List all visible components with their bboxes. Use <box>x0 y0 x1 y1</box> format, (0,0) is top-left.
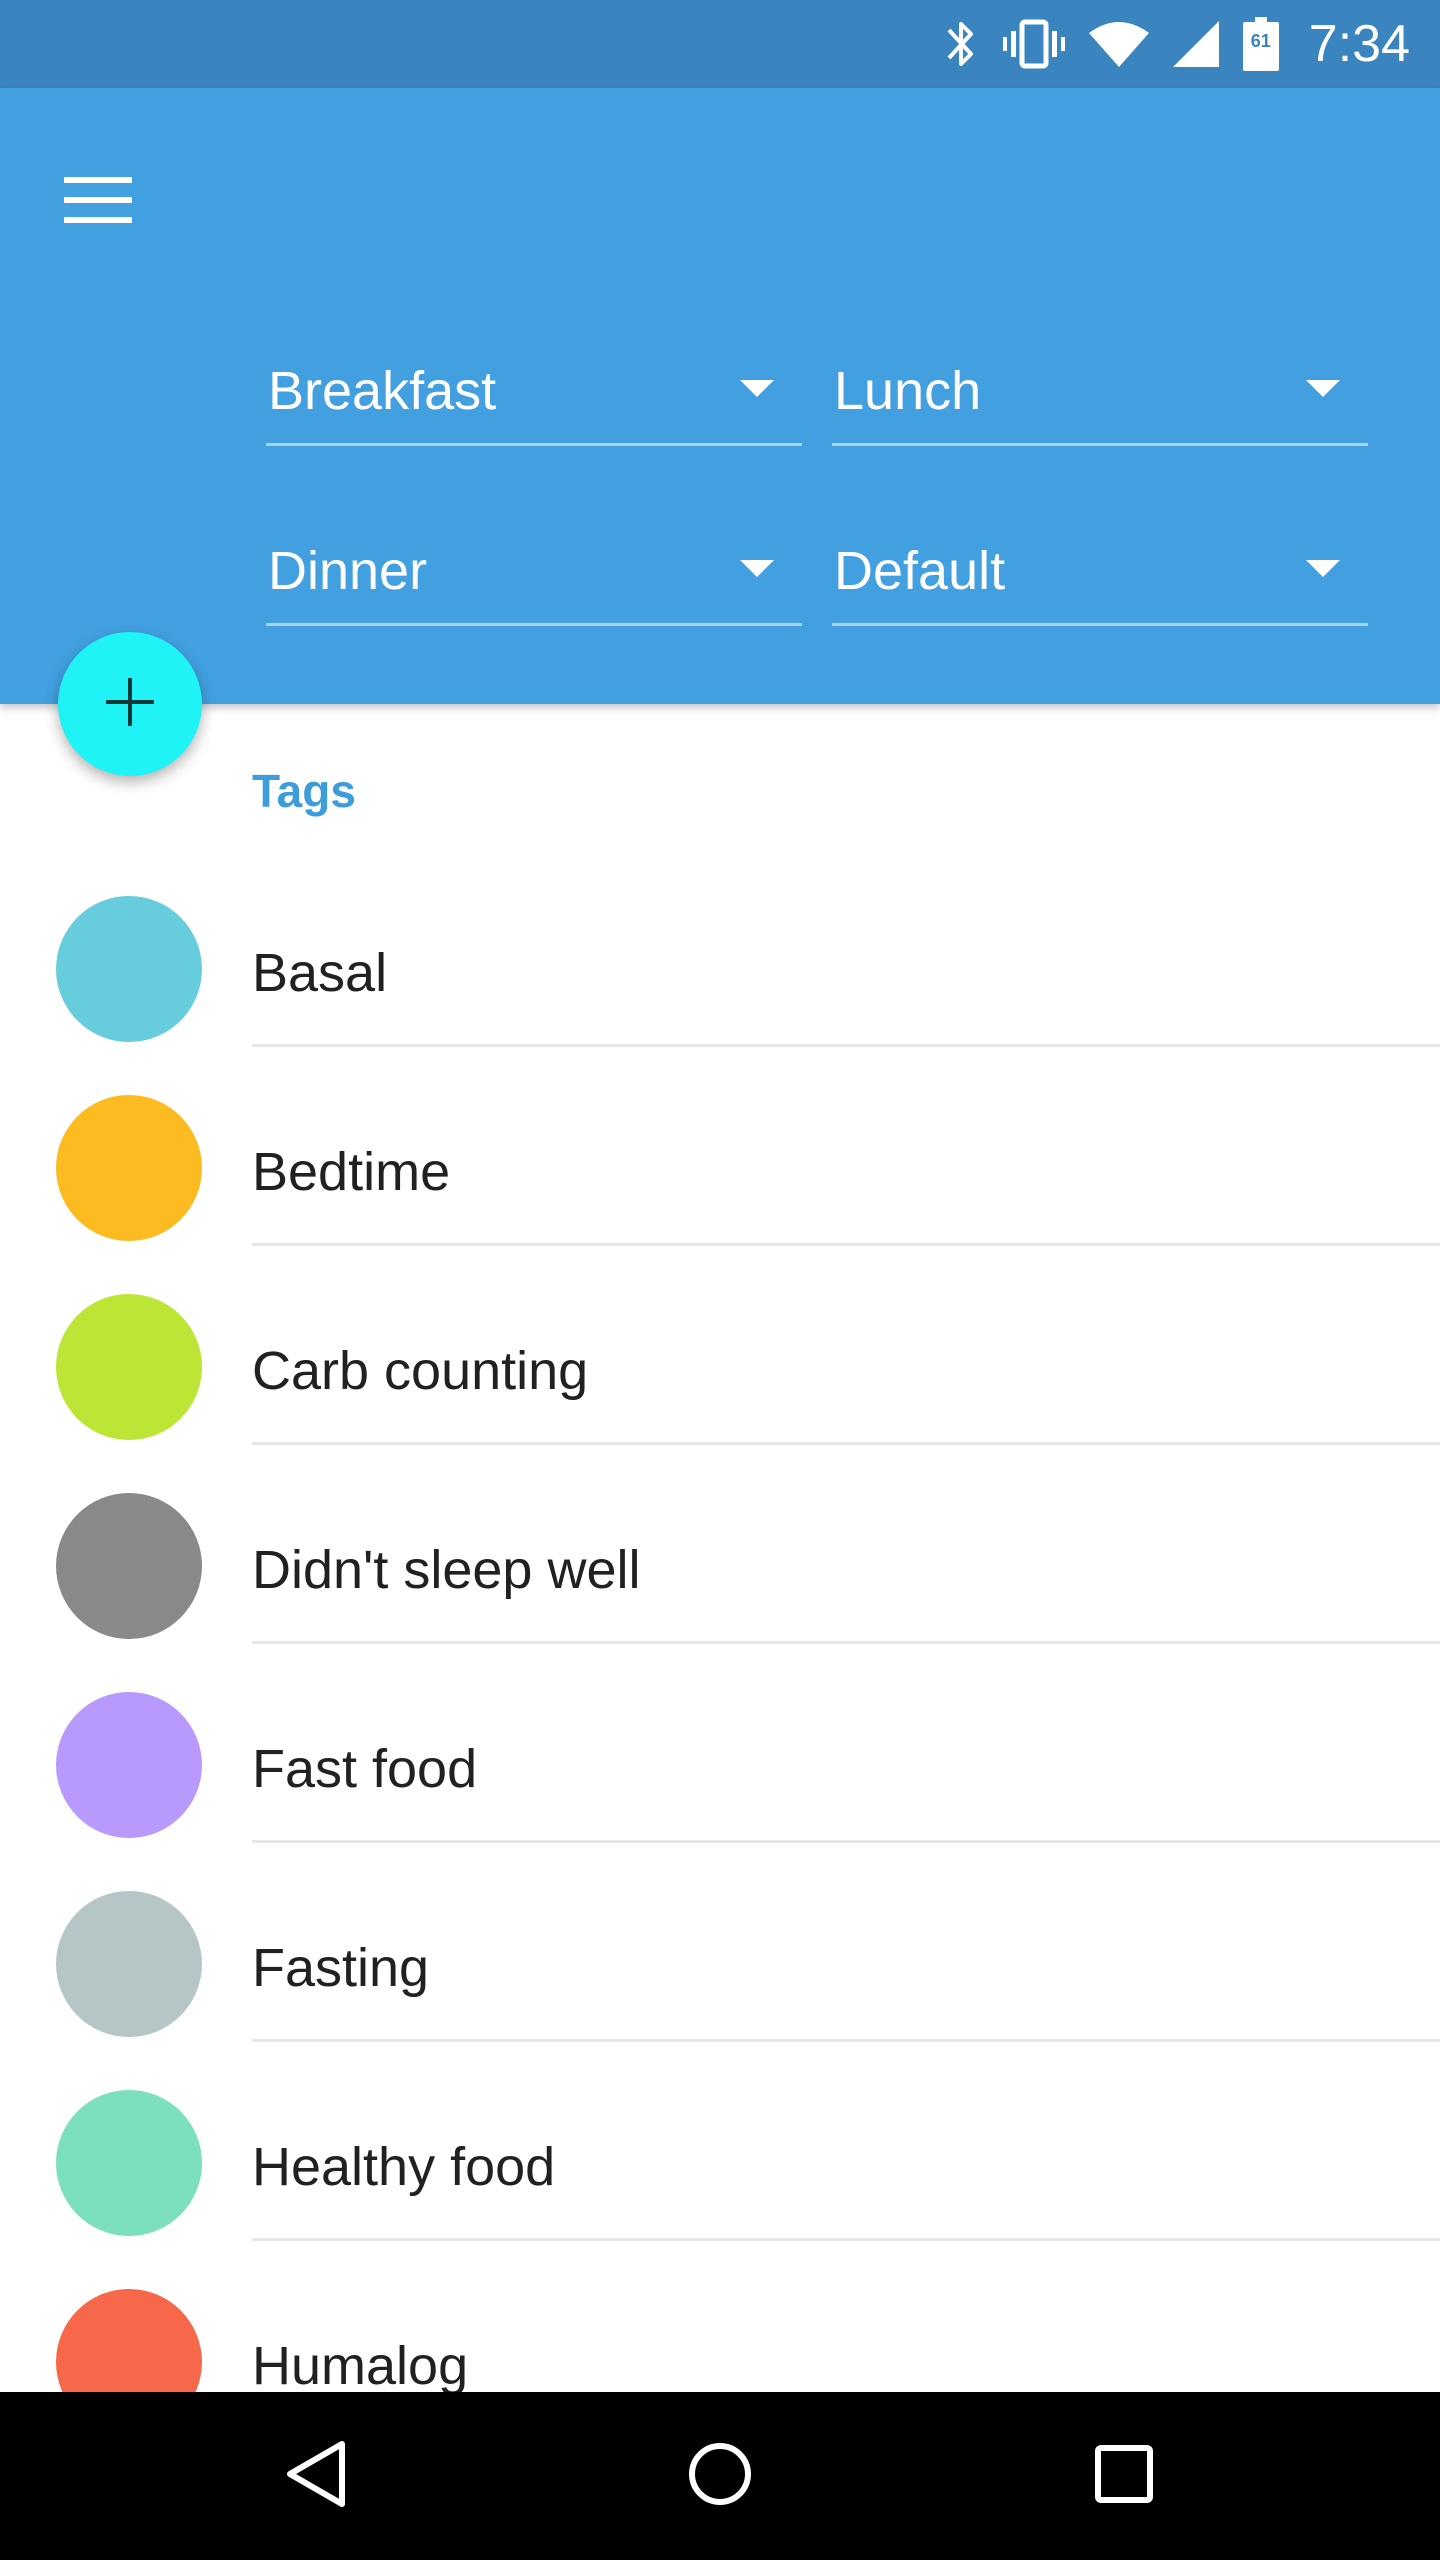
plus-icon <box>104 676 156 733</box>
tag-color-dot <box>56 896 202 1042</box>
tag-row-didnt-sleep-well[interactable]: Didn't sleep well <box>0 1443 1440 1644</box>
dropdown-arrow-icon <box>1306 560 1340 577</box>
back-button[interactable] <box>256 2416 376 2536</box>
tag-row-humalog[interactable]: Humalog <box>0 2239 1440 2392</box>
tag-color-dot <box>56 1891 202 2037</box>
back-icon <box>284 2440 348 2513</box>
menu-button[interactable] <box>42 146 154 258</box>
breakfast-dropdown[interactable]: Breakfast <box>266 334 802 446</box>
tag-label: Fasting <box>252 1938 430 1998</box>
recents-button[interactable] <box>1064 2416 1184 2536</box>
battery-level: 61 <box>1250 31 1271 51</box>
lunch-dropdown[interactable]: Lunch <box>832 334 1368 446</box>
tag-label: Bedtime <box>252 1142 451 1202</box>
tag-label: Carb counting <box>252 1341 589 1401</box>
hamburger-menu-icon <box>64 175 132 230</box>
tag-color-dot <box>56 1294 202 1440</box>
tag-label: Fast food <box>252 1739 478 1799</box>
wifi-icon <box>1088 19 1149 69</box>
cell-signal-icon <box>1171 19 1221 69</box>
tags-list: Tags Basal Bedtime Carb counting Didn't … <box>0 704 1440 2392</box>
navigation-bar <box>0 2392 1440 2560</box>
dropdown-label: Lunch <box>834 361 982 421</box>
battery-icon: 61 <box>1242 17 1279 71</box>
tags-section-header: Tags <box>252 765 356 817</box>
status-bar: 61 7:34 <box>0 0 1440 88</box>
app-header: Breakfast Lunch Dinner Default <box>0 88 1440 704</box>
home-button[interactable] <box>660 2416 780 2536</box>
tag-label: Healthy food <box>252 2137 556 2197</box>
dropdown-arrow-icon <box>740 560 774 577</box>
default-dropdown[interactable]: Default <box>832 514 1368 626</box>
tag-row-fast-food[interactable]: Fast food <box>0 1642 1440 1843</box>
home-icon <box>687 2441 753 2512</box>
tag-color-dot <box>56 1692 202 1838</box>
tag-row-basal[interactable]: Basal <box>0 846 1440 1047</box>
dropdown-label: Dinner <box>268 541 428 601</box>
status-clock: 7:34 <box>1308 15 1410 73</box>
dropdown-label: Default <box>834 541 1006 601</box>
dinner-dropdown[interactable]: Dinner <box>266 514 802 626</box>
dropdown-arrow-icon <box>740 380 774 397</box>
vibrate-icon <box>1001 16 1067 72</box>
bluetooth-icon <box>943 16 979 72</box>
tag-label: Basal <box>252 943 388 1003</box>
tag-color-dot <box>56 1493 202 1639</box>
add-tag-button[interactable] <box>58 632 202 776</box>
tag-color-dot <box>56 1095 202 1241</box>
tag-row-healthy-food[interactable]: Healthy food <box>0 2040 1440 2241</box>
tag-row-bedtime[interactable]: Bedtime <box>0 1045 1440 1246</box>
tag-label: Humalog <box>252 2336 469 2392</box>
dropdown-arrow-icon <box>1306 380 1340 397</box>
tag-label: Didn't sleep well <box>252 1540 641 1600</box>
recents-icon <box>1094 2444 1154 2509</box>
dropdown-label: Breakfast <box>268 361 497 421</box>
screen: 61 7:34 Breakfast Lunch Dinner Default T… <box>0 0 1440 2560</box>
tag-color-dot <box>56 2090 202 2236</box>
tag-color-dot <box>56 2289 202 2392</box>
tag-row-carb-counting[interactable]: Carb counting <box>0 1244 1440 1445</box>
tag-row-fasting[interactable]: Fasting <box>0 1841 1440 2042</box>
